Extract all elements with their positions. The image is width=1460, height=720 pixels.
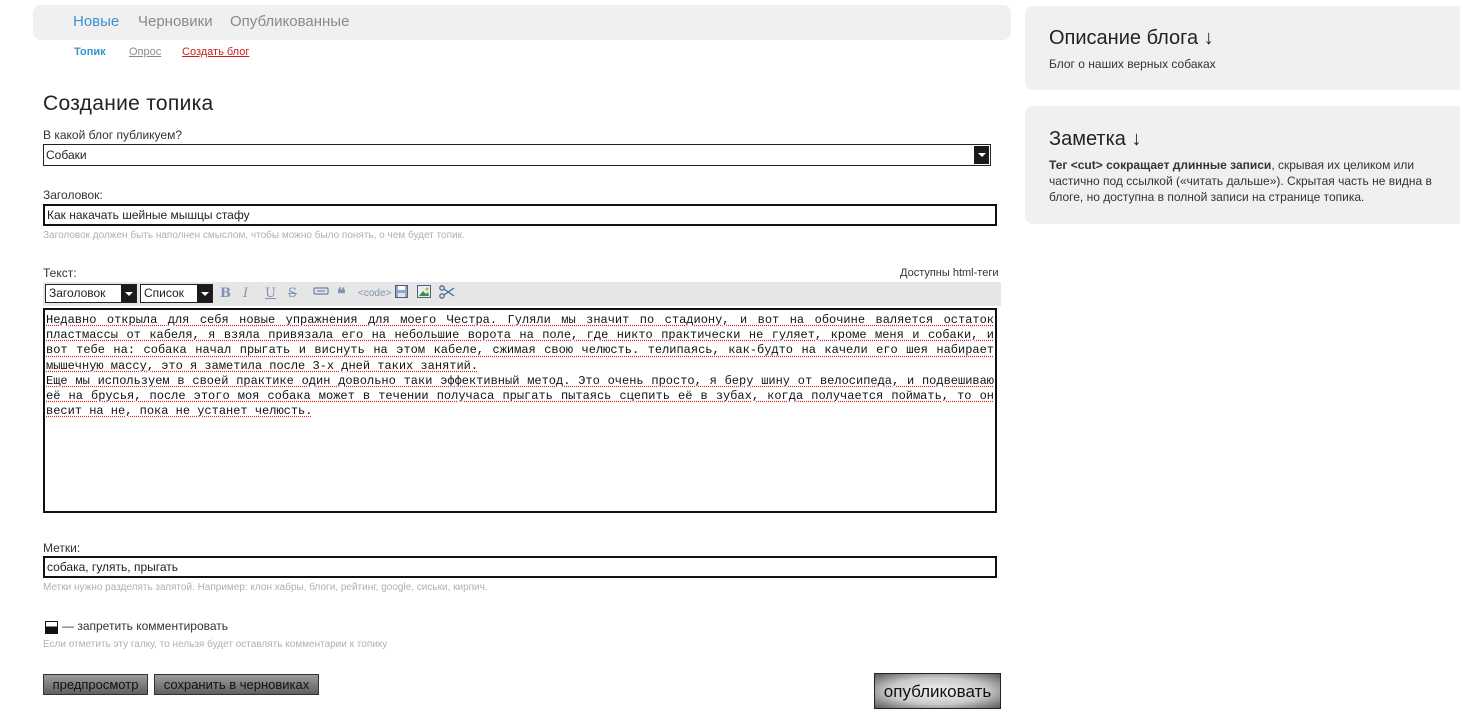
text-paragraph: Недавно открыла для себя новые упражнени… [46,313,994,373]
editor-toolbar: Заголовок Список B I U S ❝ <code> [43,282,1001,306]
heading-select-value: Заголовок [49,286,106,300]
forbid-comments-hint: Если отметить эту галку, то нельзя будет… [43,639,388,650]
subtab-create-blog[interactable]: Создать блог [182,46,249,58]
blog-select-label: В какой блог публикуем? [43,128,182,142]
tab-drafts[interactable]: Черновики [138,13,213,30]
list-select-value: Список [144,286,184,300]
image-icon[interactable] [417,285,431,302]
blog-select-value: Собаки [46,148,87,162]
cut-icon[interactable] [439,285,455,302]
tags-label: Метки: [43,541,81,555]
tags-input[interactable]: собака, гулять, прыгать [43,556,997,578]
chevron-down-icon[interactable] [197,285,212,302]
bold-button[interactable]: B [220,285,231,302]
text-label: Текст: [43,266,77,280]
page-title: Создание топика [43,92,214,115]
note-text: Тег <cut> сокращает длинные записи, скры… [1049,157,1449,205]
blog-select[interactable]: Собаки [43,144,991,166]
strike-button[interactable]: S [288,285,297,302]
list-select[interactable]: Список [140,284,213,303]
blog-description-block: Описание блога ↓ Блог о наших верных соб… [1025,6,1460,90]
heading-select[interactable]: Заголовок [45,284,137,303]
quote-icon[interactable]: ❝ [337,285,346,302]
publish-button[interactable]: опубликовать [874,673,1001,709]
note-title: Заметка ↓ [1049,128,1142,150]
link-icon[interactable] [313,285,329,302]
forbid-comments-label: — запретить комментировать [62,619,229,633]
title-label: Заголовок: [43,188,103,202]
title-input[interactable]: Как накачать шейные мышцы стафу [43,204,997,226]
html-tags-note: Доступны html-теги [900,267,999,279]
blog-description-text: Блог о наших верных собаках [1049,57,1216,71]
chevron-down-icon[interactable] [121,285,136,302]
code-button[interactable]: <code> [358,285,391,302]
tags-hint: Метки нужно разделять запятой. Например:… [43,582,488,593]
chevron-down-icon[interactable] [974,146,989,164]
blog-description-title: Описание блога ↓ [1049,27,1214,49]
text-paragraph: Еще мы используем в своей практике один … [46,373,994,419]
subtab-topic[interactable]: Топик [74,46,106,58]
underline-button[interactable]: U [265,285,276,302]
note-bold-text: Тег <cut> сокращает длинные записи [1049,158,1272,172]
note-block: Заметка ↓ Тег <cut> сокращает длинные за… [1025,106,1460,224]
top-tabs-bar: Новые Черновики Опубликованные [33,5,1011,40]
tab-published[interactable]: Опубликованные [230,13,349,30]
tab-new[interactable]: Новые [73,13,119,30]
save-draft-button[interactable]: сохранить в черновиках [154,674,319,695]
preview-button[interactable]: предпросмотр [43,674,148,695]
text-editor[interactable]: Недавно открыла для себя новые упражнени… [43,308,997,513]
italic-button[interactable]: I [243,285,248,302]
subtab-poll[interactable]: Опрос [129,46,161,58]
title-hint: Заголовок должен быть наполнен смыслом, … [43,230,465,241]
save-icon[interactable] [395,285,408,302]
forbid-comments-checkbox[interactable] [45,621,58,634]
